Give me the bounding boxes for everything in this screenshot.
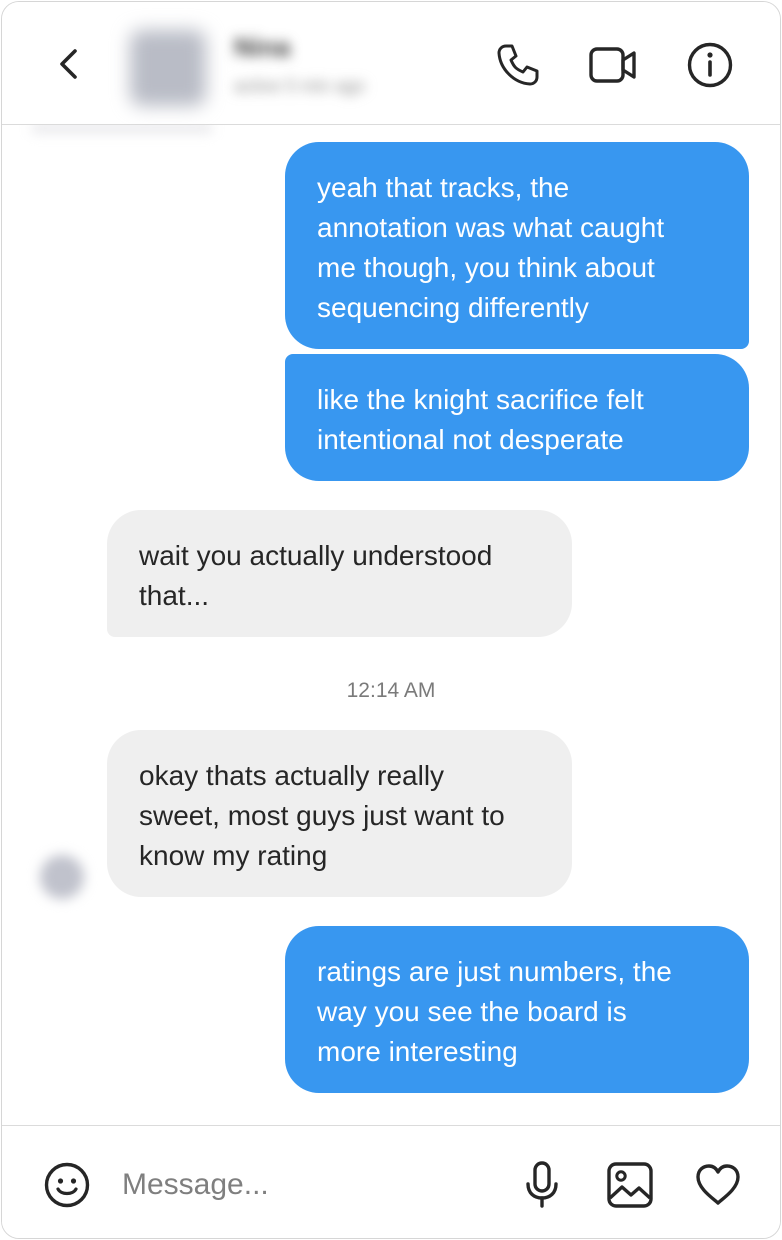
contact-avatar[interactable]	[130, 30, 206, 106]
image-icon	[607, 1162, 653, 1208]
call-button[interactable]	[492, 40, 542, 90]
emoji-button[interactable]	[42, 1160, 92, 1210]
video-icon	[589, 47, 636, 83]
video-call-button[interactable]	[588, 40, 638, 90]
voice-message-button[interactable]	[517, 1160, 567, 1210]
info-button[interactable]	[685, 40, 735, 90]
outgoing-message[interactable]: like the knight sacrifice felt intention…	[285, 354, 749, 481]
info-icon	[687, 42, 733, 88]
outgoing-message[interactable]: ratings are just numbers, the way you se…	[285, 926, 749, 1093]
microphone-icon	[526, 1161, 558, 1208]
like-button[interactable]	[693, 1160, 743, 1210]
heart-icon	[696, 1164, 740, 1205]
contact-name[interactable]: Nina	[234, 32, 314, 62]
dm-window: Nina active 5 min ago yeah that tracks, …	[1, 1, 781, 1239]
send-image-button[interactable]	[605, 1160, 655, 1210]
phone-icon	[497, 44, 539, 86]
outgoing-message[interactable]: yeah that tracks, the annotation was wha…	[285, 142, 749, 349]
message-input[interactable]	[122, 1160, 492, 1210]
blurred-content	[32, 125, 212, 133]
message-thread[interactable]: yeah that tracks, the annotation was wha…	[2, 125, 780, 1125]
back-icon	[60, 49, 77, 79]
chat-header: Nina active 5 min ago	[2, 2, 780, 125]
sender-avatar[interactable]	[40, 855, 84, 899]
emoji-icon	[44, 1162, 90, 1208]
message-timestamp: 12:14 AM	[346, 679, 436, 702]
back-button[interactable]	[50, 44, 86, 84]
incoming-message[interactable]: wait you actually understood that...	[107, 510, 572, 637]
message-composer	[2, 1125, 780, 1238]
incoming-message[interactable]: okay thats actually really sweet, most g…	[107, 730, 572, 897]
contact-status: active 5 min ago	[234, 76, 366, 96]
